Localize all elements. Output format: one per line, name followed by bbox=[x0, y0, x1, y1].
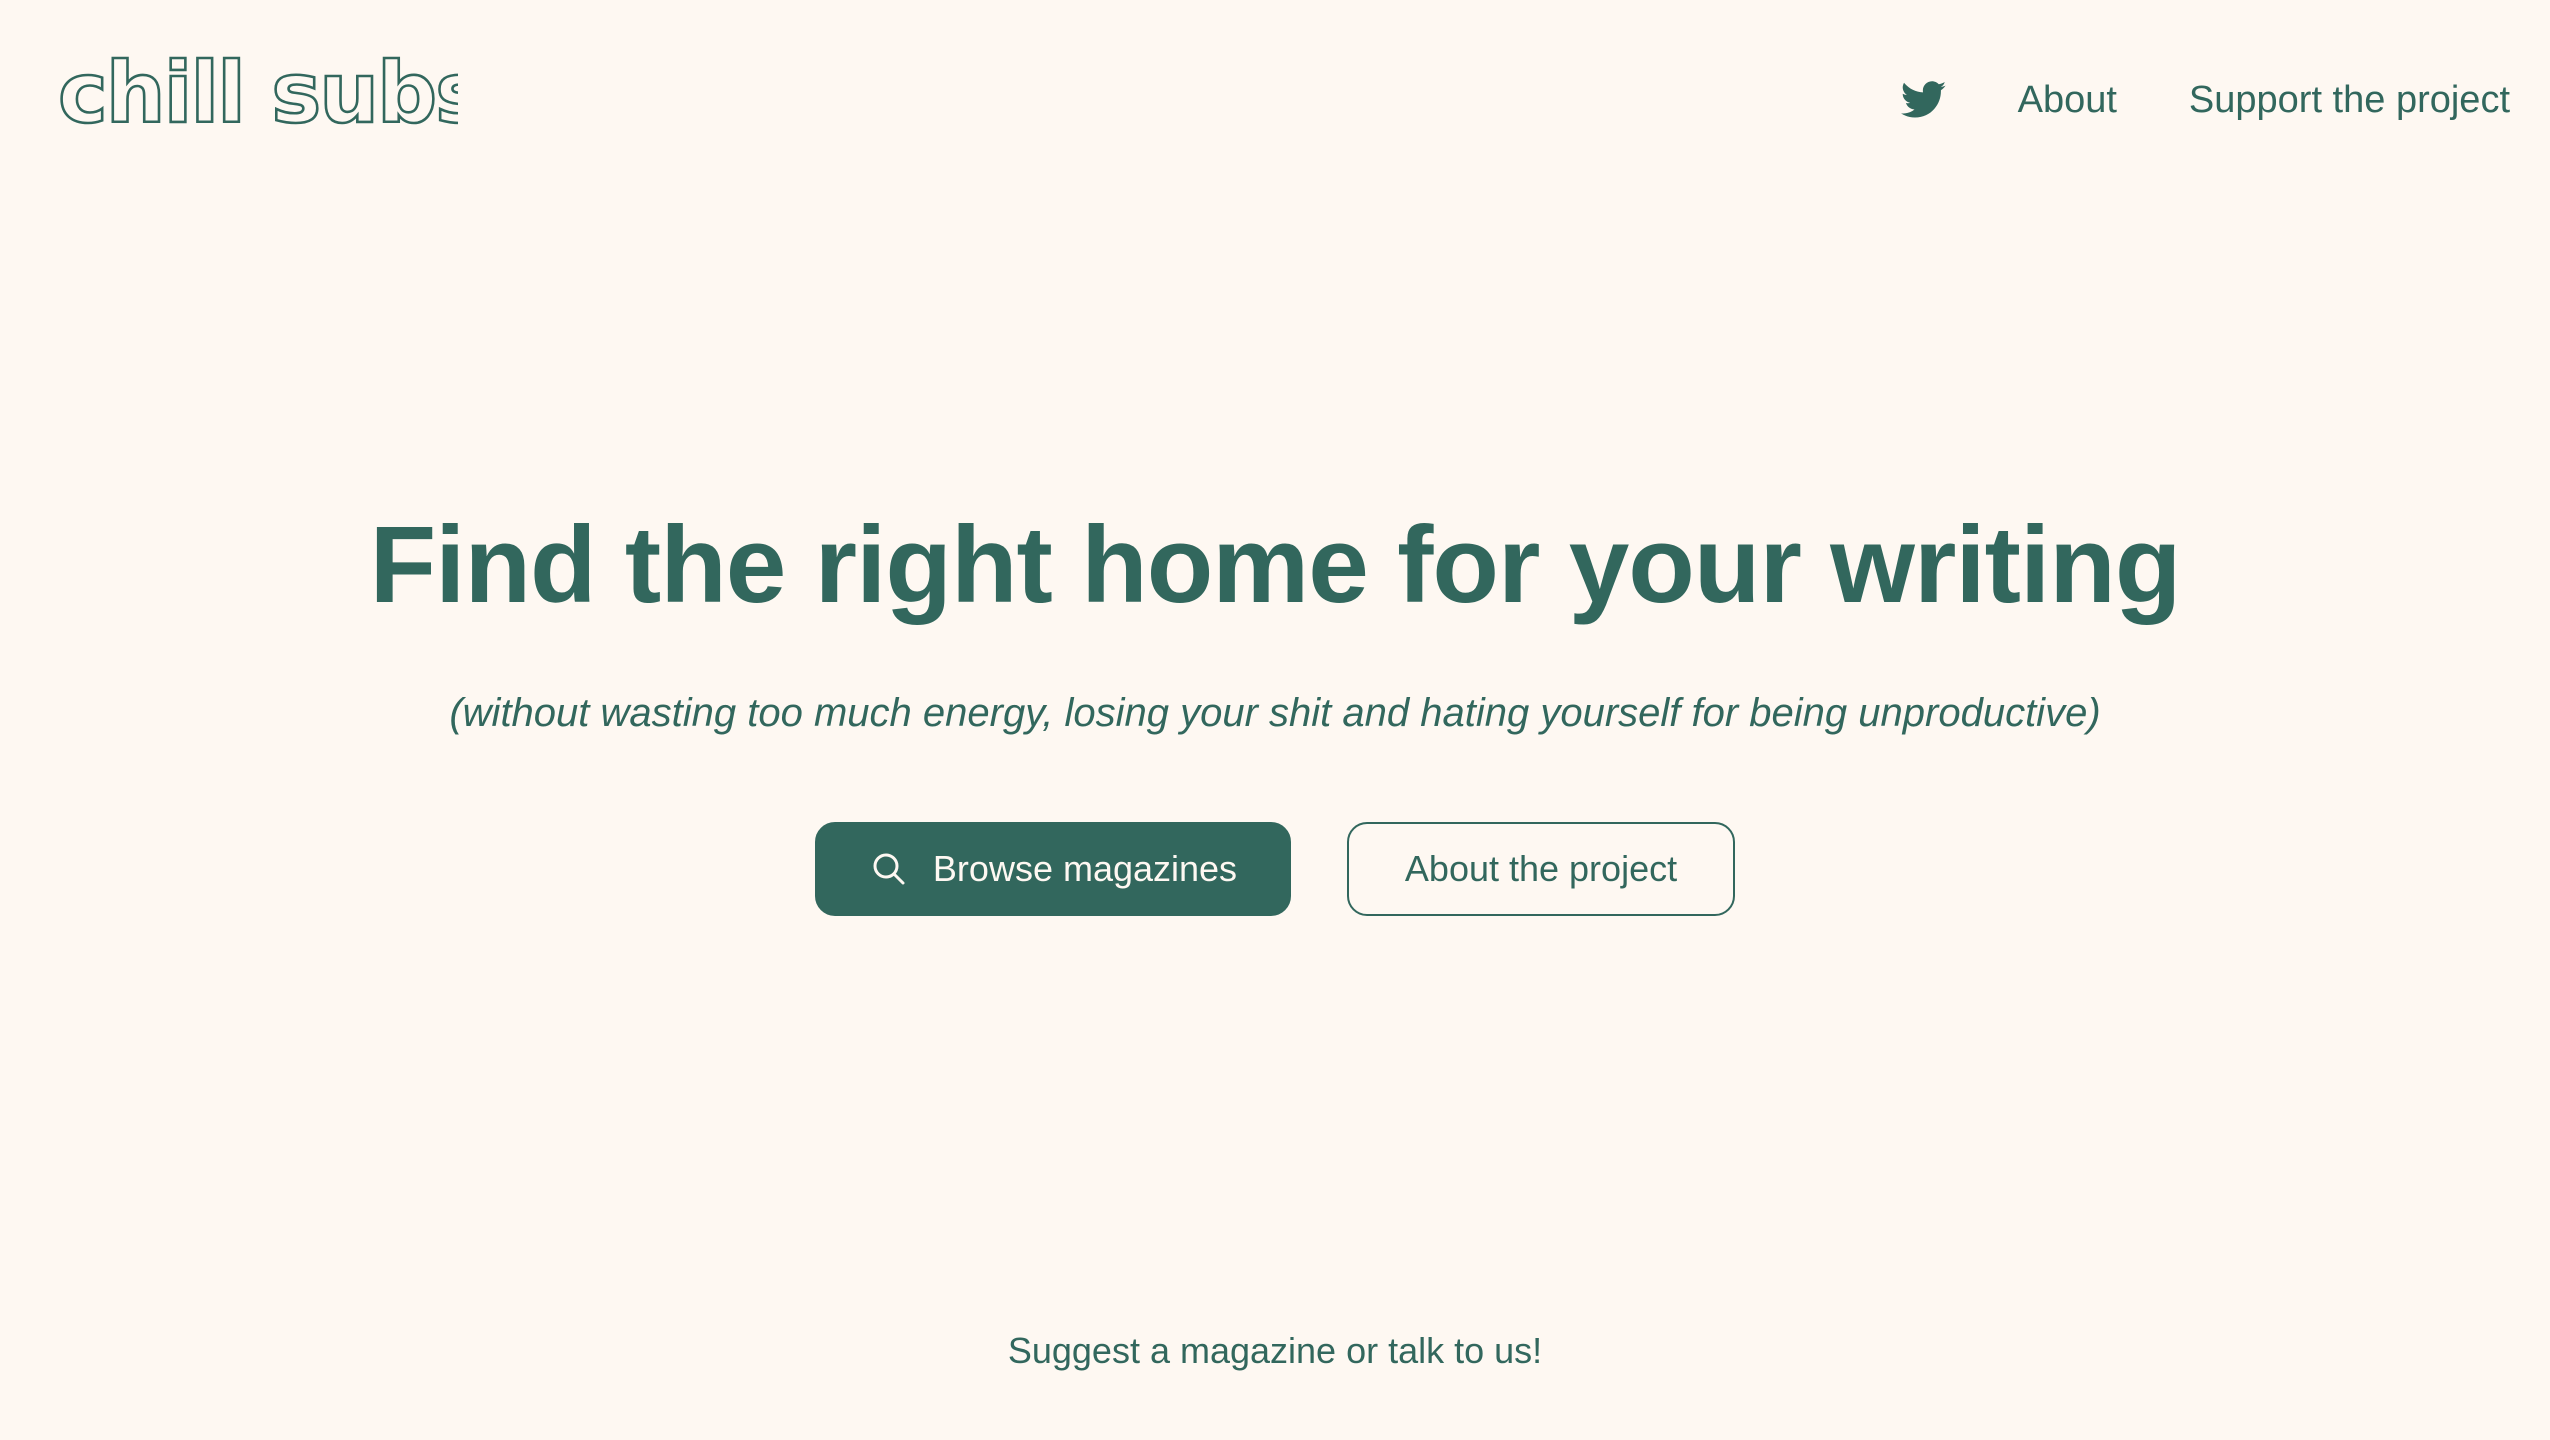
browse-magazines-button[interactable]: Browse magazines bbox=[815, 822, 1291, 916]
suggest-magazine-link[interactable]: Suggest a magazine or talk to us! bbox=[0, 1330, 2550, 1372]
twitter-bird-icon bbox=[1900, 81, 1946, 118]
about-project-button[interactable]: About the project bbox=[1347, 822, 1735, 916]
logo-wordmark: chill subs bbox=[58, 43, 458, 144]
search-icon bbox=[869, 849, 909, 889]
logo-text: chill subs bbox=[58, 44, 458, 142]
nav-about-link[interactable]: About bbox=[2018, 79, 2117, 122]
hero-actions: Browse magazines About the project bbox=[0, 822, 2550, 916]
twitter-link[interactable] bbox=[1900, 76, 1948, 124]
top-nav: About Support the project bbox=[1900, 70, 2510, 130]
hero-title: Find the right home for your writing bbox=[369, 504, 2182, 626]
suggest-magazine-label: Suggest a magazine or talk to us! bbox=[1007, 1330, 1543, 1371]
browse-magazines-label: Browse magazines bbox=[932, 848, 1238, 889]
about-project-label: About the project bbox=[1404, 848, 1678, 889]
nav-support-link[interactable]: Support the project bbox=[2189, 79, 2510, 122]
hero-subtitle: (without wasting too much energy, losing… bbox=[449, 691, 2101, 735]
logo[interactable]: chill subs bbox=[58, 40, 458, 150]
